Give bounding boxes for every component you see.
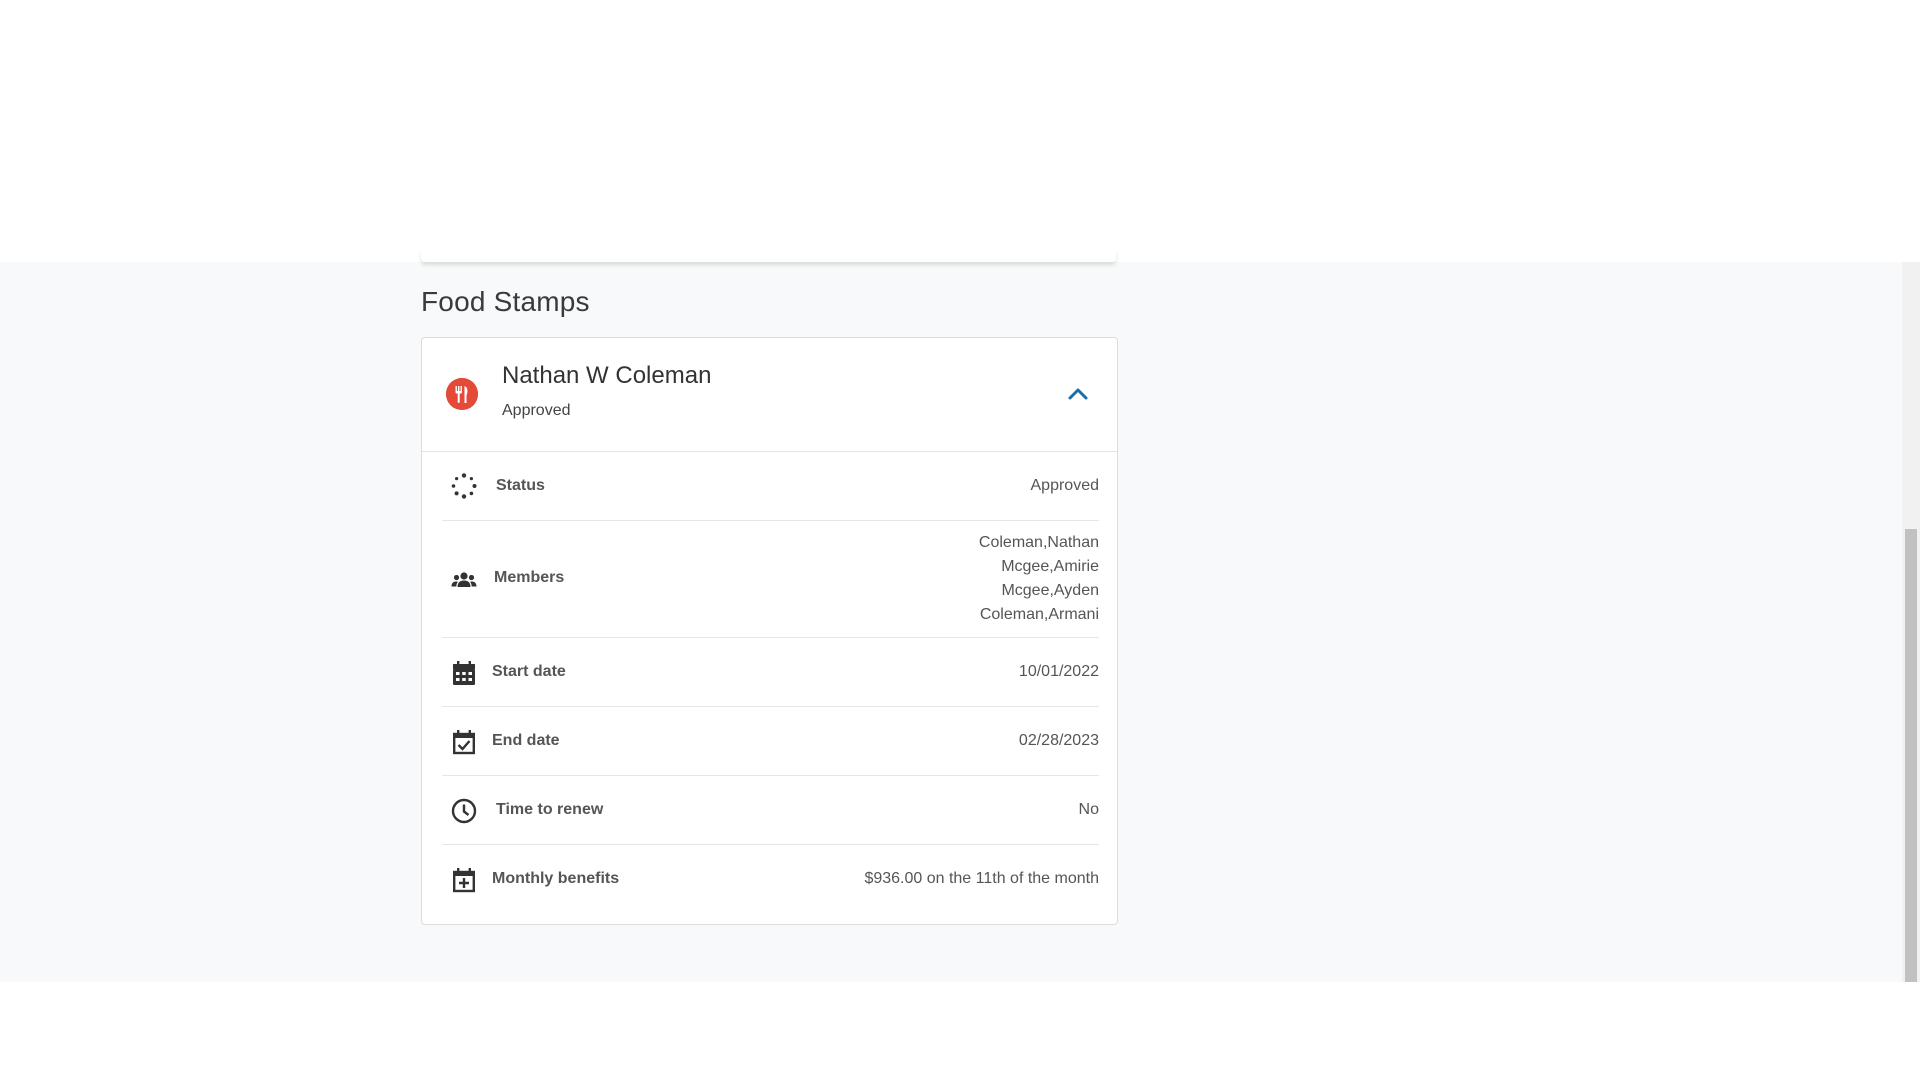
fork-knife-icon — [446, 378, 478, 410]
chevron-up-icon — [1068, 388, 1088, 400]
calendar-check-icon — [450, 728, 478, 756]
case-status: Approved — [502, 402, 571, 419]
start-date-row: Start date 10/01/2022 — [442, 638, 1099, 707]
member-name: Mcgee,Amirie — [1001, 558, 1099, 575]
monthly-benefits-value: $936.00 on the 11th of the month — [864, 870, 1099, 887]
members-row: Members Coleman,Nathan Mcgee,Amirie Mcge… — [442, 521, 1099, 638]
status-value: Approved — [1030, 477, 1100, 494]
person-name: Nathan W Coleman — [502, 362, 712, 389]
time-to-renew-label: Time to renew — [496, 801, 604, 818]
card-header[interactable]: Nathan W Coleman Approved — [422, 338, 1117, 452]
monthly-benefits-label: Monthly benefits — [492, 870, 620, 887]
monthly-benefits-row: Monthly benefits $936.00 on the 11th of … — [442, 845, 1099, 914]
end-date-label: End date — [492, 732, 560, 749]
members-label: Members — [494, 569, 565, 586]
start-date-value: 10/01/2022 — [1018, 663, 1099, 680]
status-label: Status — [496, 477, 545, 494]
end-date-value: 02/28/2023 — [1018, 732, 1099, 749]
clock-icon — [450, 797, 478, 825]
spinner-icon — [450, 472, 478, 500]
collapse-button[interactable] — [1062, 378, 1094, 410]
member-name: Mcgee,Ayden — [1001, 582, 1099, 599]
previous-card-edge — [421, 250, 1116, 262]
member-name: Coleman,Armani — [979, 606, 1099, 623]
end-date-row: End date 02/28/2023 — [442, 707, 1099, 776]
calendar-icon — [450, 659, 478, 687]
status-row: Status Approved — [442, 451, 1099, 521]
section-title: Food Stamps — [421, 286, 590, 317]
scrollbar-thumb[interactable] — [1905, 529, 1917, 982]
scrollbar[interactable] — [1902, 262, 1920, 982]
members-list: Coleman,Nathan Mcgee,Amirie Mcgee,Ayden … — [979, 531, 1099, 627]
calendar-plus-icon — [450, 866, 478, 894]
time-to-renew-row: Time to renew No — [442, 776, 1099, 845]
time-to-renew-value: No — [1078, 801, 1099, 818]
member-name: Coleman,Nathan — [978, 534, 1099, 551]
benefit-card: Nathan W Coleman Approved Status Approve… — [421, 337, 1118, 925]
people-icon — [450, 566, 478, 594]
start-date-label: Start date — [492, 663, 566, 680]
